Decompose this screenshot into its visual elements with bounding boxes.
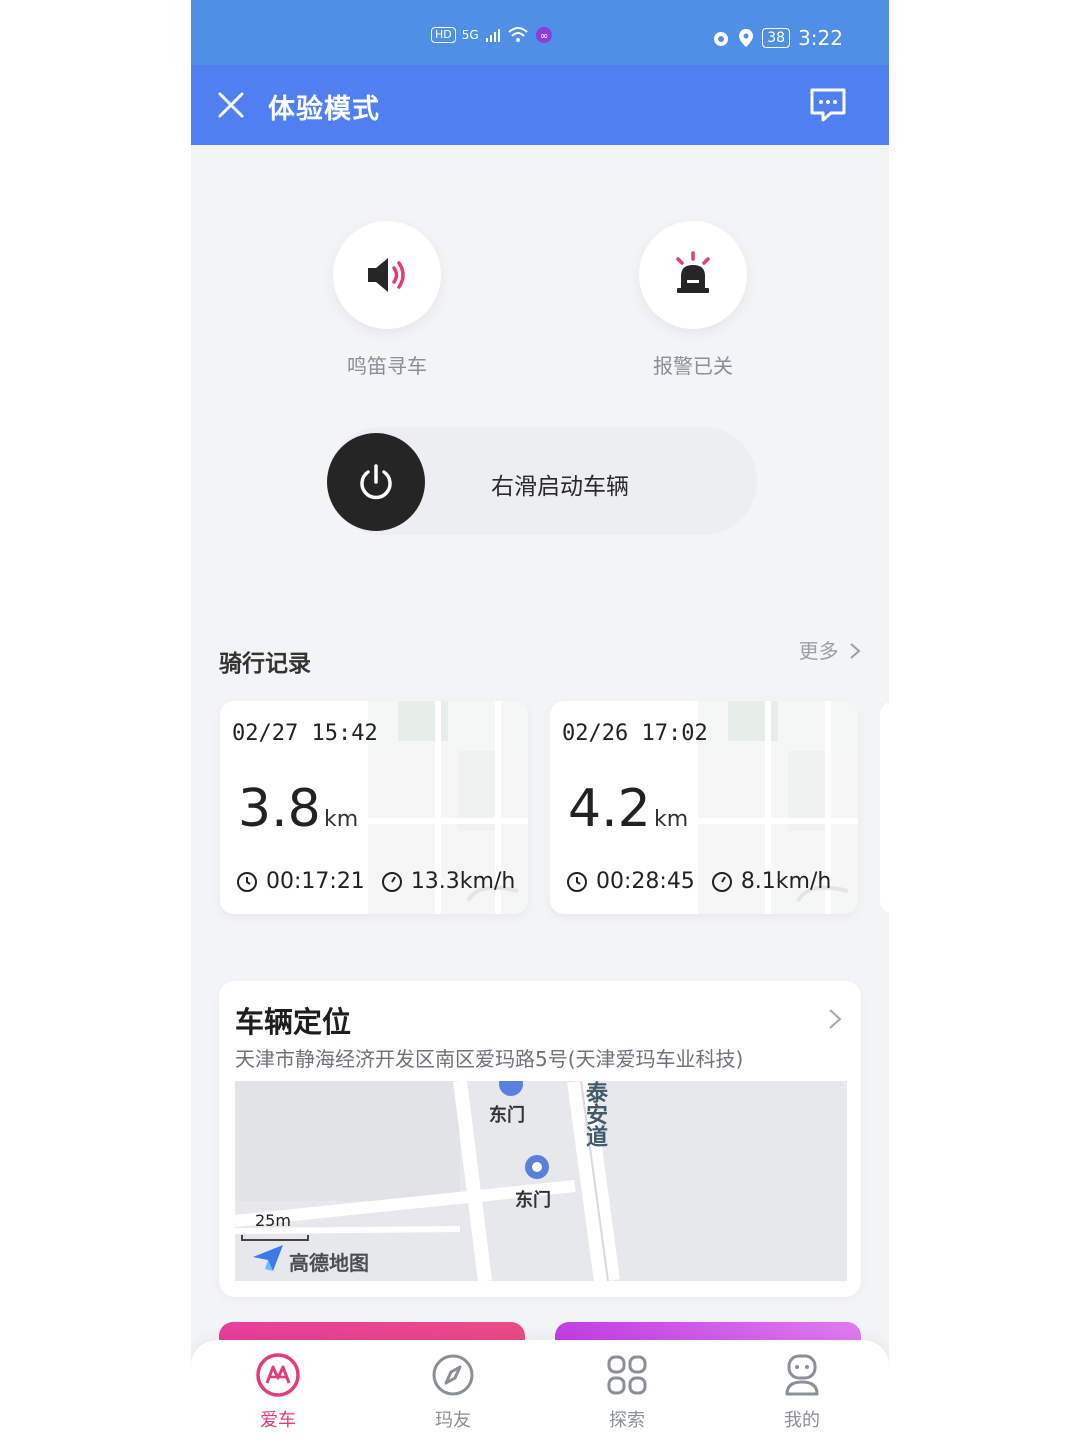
ride-date: 02/27 15:42 — [232, 721, 378, 746]
battery-indicator: 38 — [762, 28, 791, 48]
rides-section-title: 骑行记录 — [219, 651, 311, 677]
tab-explore[interactable]: 探索 — [587, 1352, 667, 1432]
status-right: 38 3:22 — [712, 26, 843, 50]
map-poi-label: 东门 — [515, 1190, 551, 1211]
ride-stats: 00:28:45 8.1km/h — [566, 869, 831, 894]
more-label: 更多 — [798, 639, 839, 663]
status-left: HD 5G ∞ — [431, 26, 553, 44]
ride-card-peek[interactable] — [880, 701, 889, 914]
ride-date: 02/26 17:02 — [562, 721, 708, 746]
tab-mayou[interactable]: 玛友 — [413, 1352, 493, 1432]
map-road-label: 泰安道 — [582, 1081, 607, 1147]
location-address: 天津市静海经济开发区南区爱玛路5号(天津爱玛车业科技) — [235, 1047, 744, 1071]
network-badge: 5G — [461, 28, 479, 42]
map-provider-label: 高德地图 — [289, 1251, 369, 1275]
ride-distance-unit: km — [324, 807, 359, 832]
tab-label: 爱车 — [260, 1410, 296, 1431]
slider-label: 右滑启动车辆 — [491, 474, 629, 500]
phone-screen: HD 5G ∞ 38 3:22 体验模式 鸣笛寻车 报警已关 右滑启动车辆 骑行… — [191, 0, 889, 1439]
ride-duration-value: 00:28:45 — [596, 869, 695, 894]
horn-label: 鸣笛寻车 — [347, 354, 427, 378]
power-icon — [360, 464, 392, 500]
horn-button[interactable] — [333, 221, 441, 329]
location-title: 车辆定位 — [235, 1005, 352, 1039]
chevron-right-icon — [829, 1009, 842, 1029]
vehicle-location-card[interactable]: 车辆定位 天津市静海经济开发区南区爱玛路5号(天津爱玛车业科技) 东门 东门 泰… — [219, 981, 861, 1297]
start-vehicle-slider[interactable]: 右滑启动车辆 — [327, 427, 757, 535]
ride-speed: 8.1km/h — [711, 869, 832, 894]
svg-text:∞: ∞ — [540, 31, 548, 42]
tab-mine[interactable]: 我的 — [762, 1352, 842, 1432]
app-bar: 体验模式 — [191, 65, 889, 145]
more-rides-link[interactable]: 更多 — [799, 635, 861, 664]
slider-knob[interactable] — [327, 433, 425, 531]
amap-logo-icon — [253, 1245, 283, 1271]
alarm-button[interactable] — [639, 221, 747, 329]
map-scale-bar — [241, 1235, 309, 1241]
ride-distance-unit: km — [654, 807, 689, 832]
tab-label: 我的 — [784, 1410, 820, 1431]
alarm-label: 报警已关 — [653, 354, 733, 378]
ride-speed-value: 8.1km/h — [740, 869, 832, 894]
ride-speed: 13.3km/h — [381, 869, 516, 894]
tab-label: 探索 — [609, 1410, 645, 1431]
ride-card[interactable]: 02/27 15:42 3.8 km 00:17:21 13.3km/h — [220, 701, 528, 914]
tab-label: 玛友 — [435, 1410, 471, 1431]
status-bar: HD 5G ∞ 38 3:22 — [191, 0, 889, 65]
wifi-icon — [508, 27, 528, 42]
speedometer-icon — [381, 871, 402, 892]
ride-distance: 3.8 — [238, 779, 321, 839]
page-title: 体验模式 — [268, 94, 380, 125]
speaker-icon — [368, 258, 405, 292]
link-app-icon: ∞ — [535, 27, 552, 43]
ride-distance: 4.2 — [568, 779, 651, 839]
signal-icon — [485, 29, 500, 42]
map-scale-label: 25m — [255, 1211, 291, 1230]
clock-icon — [567, 871, 587, 892]
close-icon[interactable] — [217, 91, 245, 119]
ride-duration-value: 00:17:21 — [266, 869, 365, 894]
status-time: 3:22 — [798, 26, 843, 50]
location-map[interactable]: 东门 东门 泰安道 25m 高德地图 — [235, 1081, 847, 1281]
clock-icon — [237, 871, 257, 892]
ride-duration: 00:28:45 — [566, 869, 695, 894]
tab-aiche[interactable]: 爱车 — [238, 1352, 318, 1432]
ride-duration: 00:17:21 — [236, 869, 365, 894]
robot-user-icon — [785, 1354, 819, 1396]
ride-speed-value: 13.3km/h — [410, 869, 516, 894]
aima-logo-icon — [256, 1353, 300, 1397]
map-poi-label: 东门 — [489, 1105, 525, 1126]
location-pin-icon — [739, 29, 754, 47]
siren-icon — [676, 251, 710, 293]
grid-icon — [607, 1355, 647, 1395]
hd-badge: HD — [431, 27, 456, 43]
speedometer-icon — [711, 871, 732, 892]
compass-icon — [432, 1354, 474, 1396]
alarm-clock-icon — [714, 32, 729, 46]
ride-stats: 00:17:21 13.3km/h — [236, 869, 515, 894]
message-icon[interactable] — [809, 87, 847, 123]
chevron-right-icon — [850, 643, 861, 659]
bottom-tab-bar: 爱车 玛友 探索 我的 — [191, 1340, 889, 1439]
ride-card[interactable]: 02/26 17:02 4.2 km 00:28:45 8.1km/h — [550, 701, 858, 914]
